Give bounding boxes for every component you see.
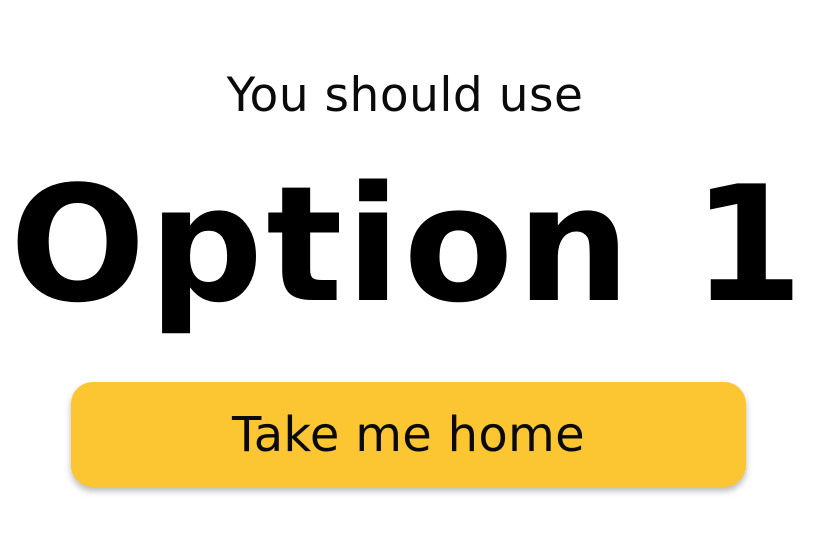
result-choice-heading: Option 1 (9, 151, 807, 338)
result-subtitle: You should use (226, 68, 584, 123)
take-me-home-button-label: Take me home (232, 406, 585, 463)
take-me-home-button[interactable]: Take me home (71, 382, 746, 487)
result-screen: You should use Option 1 Take me home (0, 0, 816, 552)
